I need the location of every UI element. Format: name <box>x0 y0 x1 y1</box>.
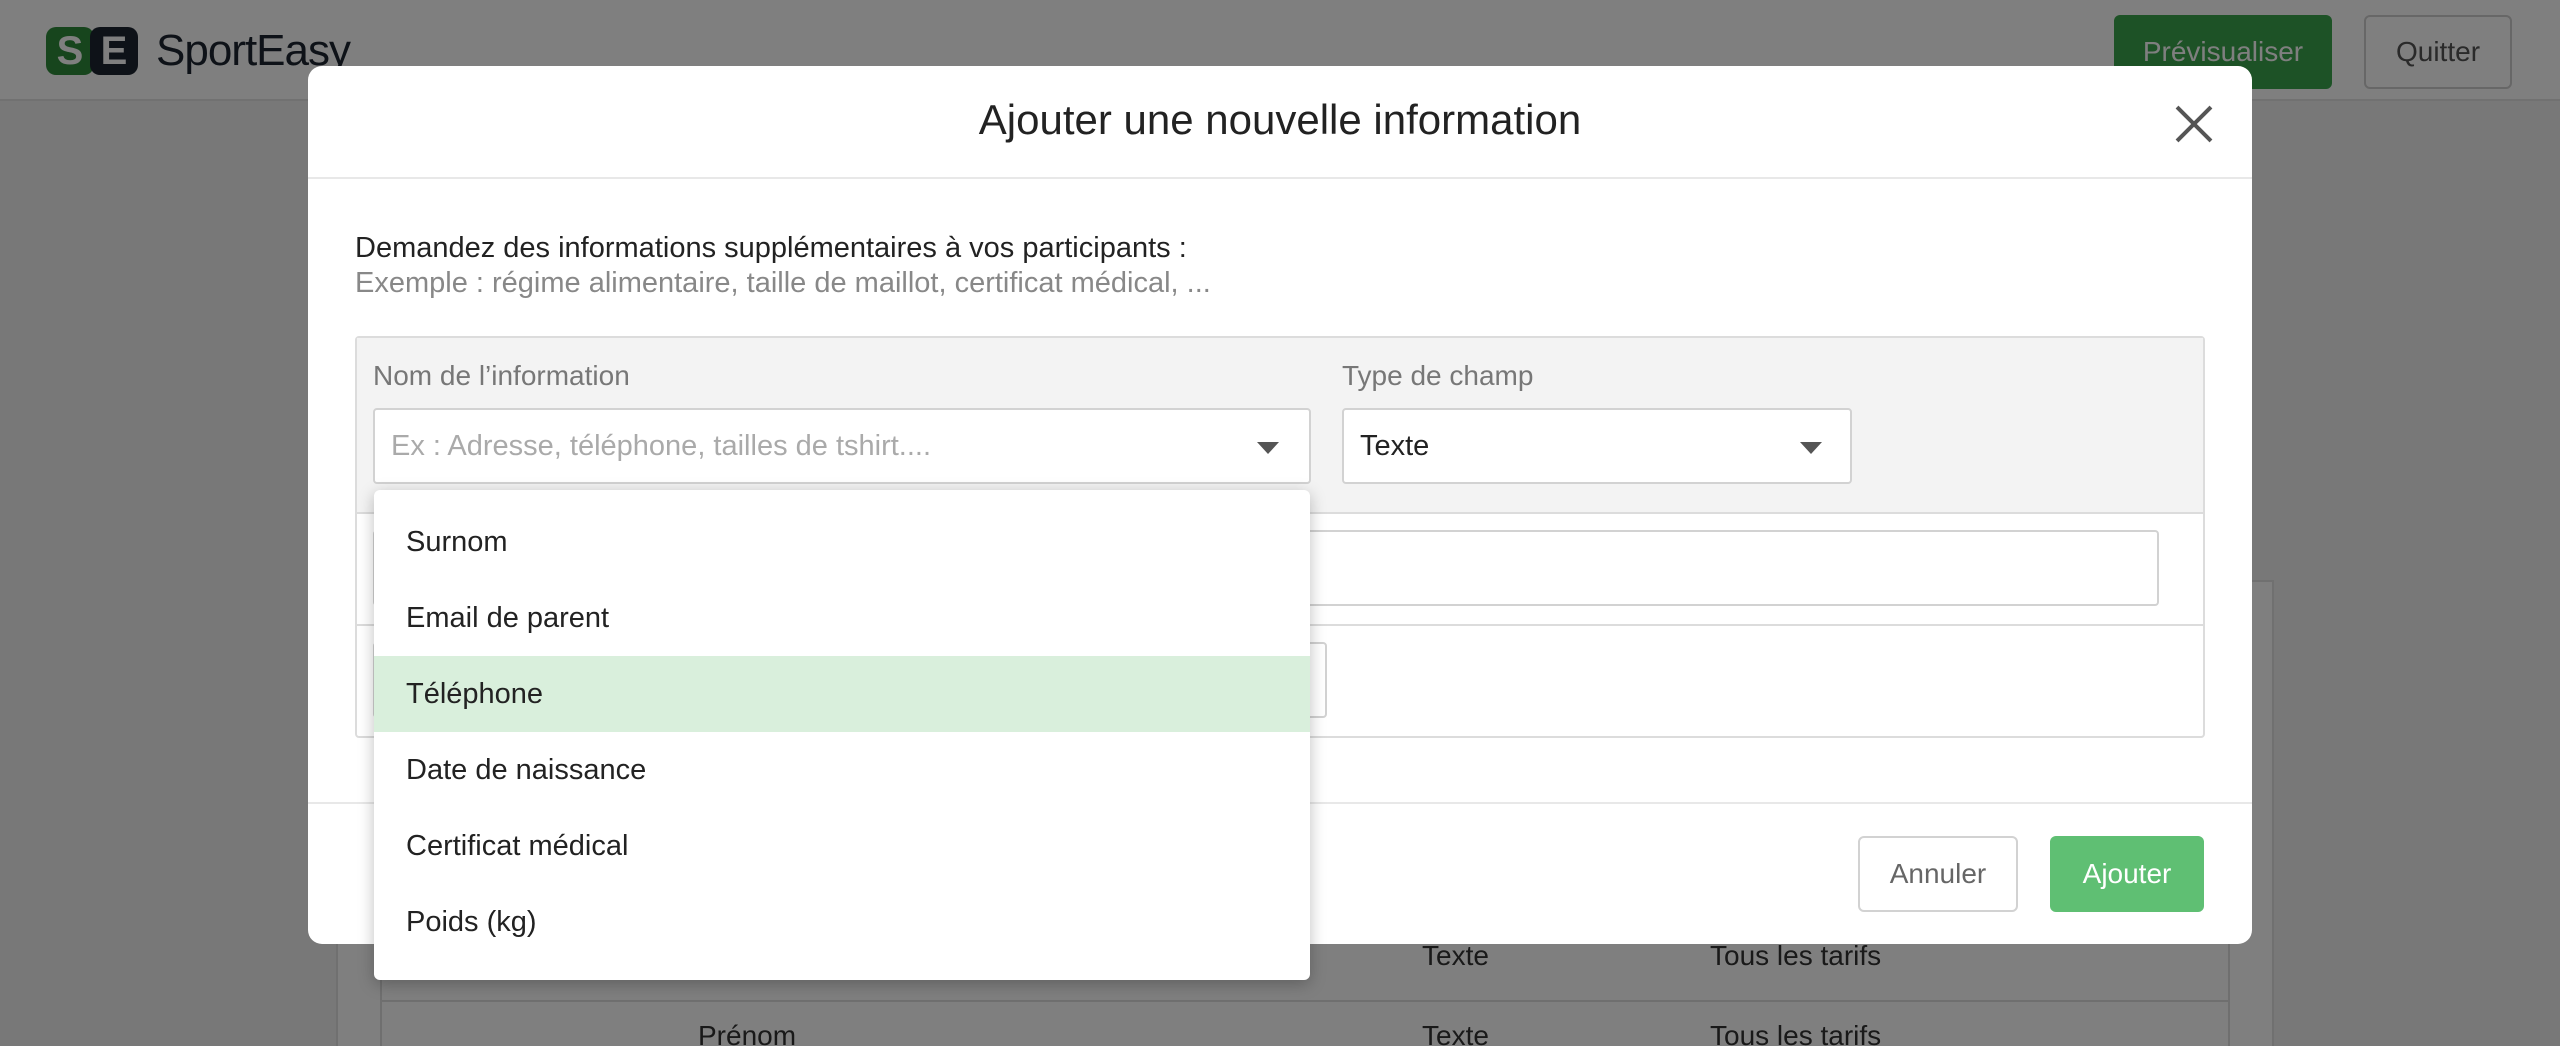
type-select[interactable]: Texte <box>1342 408 1852 484</box>
close-icon[interactable] <box>2170 100 2218 148</box>
intro-text: Demandez des informations supplémentaire… <box>355 232 1187 264</box>
dropdown-option[interactable]: Date de naissance <box>374 732 1310 808</box>
cancel-button[interactable]: Annuler <box>1858 836 2018 912</box>
chevron-down-icon <box>1800 442 1822 454</box>
dropdown-option[interactable]: Surnom <box>374 504 1310 580</box>
add-button[interactable]: Ajouter <box>2050 836 2204 912</box>
example-text: Exemple : régime alimentaire, taille de … <box>355 267 1211 299</box>
name-dropdown-menu: Surnom Email de parent Téléphone Date de… <box>374 490 1310 980</box>
name-placeholder: Ex : Adresse, téléphone, tailles de tshi… <box>391 430 932 462</box>
name-label: Nom de l’information <box>373 360 630 391</box>
dropdown-option[interactable]: Poids (kg) <box>374 884 1310 960</box>
type-label: Type de champ <box>1342 360 1534 391</box>
type-value: Texte <box>1360 430 1430 462</box>
chevron-down-icon <box>1257 442 1279 454</box>
form-header-row: Nom de l’information Ex : Adresse, télép… <box>357 338 2203 514</box>
name-select[interactable]: Ex : Adresse, téléphone, tailles de tshi… <box>373 408 1311 484</box>
modal-header: Ajouter une nouvelle information <box>308 66 2252 179</box>
dropdown-option[interactable]: Certificat médical <box>374 808 1310 884</box>
dropdown-option-highlighted[interactable]: Téléphone <box>374 656 1310 732</box>
dropdown-option[interactable]: Email de parent <box>374 580 1310 656</box>
modal-title: Ajouter une nouvelle information <box>978 96 1582 143</box>
